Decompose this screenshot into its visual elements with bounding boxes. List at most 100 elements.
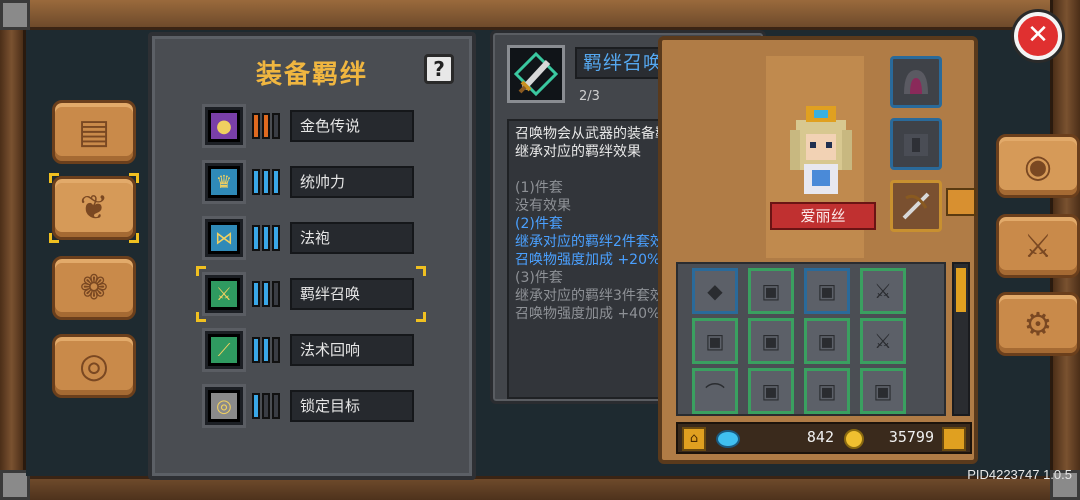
selection-corner [416, 312, 426, 322]
bond-pip [252, 113, 260, 139]
hero-name: 爱丽丝 [770, 202, 876, 230]
bond-pip [262, 281, 270, 307]
bond-icon-frame: ⋈ [202, 216, 246, 260]
inventory-slot[interactable]: ⚔ [860, 318, 906, 364]
bond-row[interactable]: ⟋ 法术回响 [202, 328, 420, 372]
paw-icon: ❁ [79, 268, 109, 308]
bond-pip [252, 393, 260, 419]
bell-icon: ◎ [79, 346, 109, 386]
bond-pip [272, 281, 280, 307]
bond-pips [252, 281, 284, 307]
close-button[interactable]: ✕ [1014, 12, 1062, 60]
bond-name: 法术回响 [290, 334, 414, 366]
inventory-slot[interactable]: ▣ [748, 268, 794, 314]
tab-settings[interactable]: ⚙ [996, 292, 1080, 356]
trophy-icon: ♛ [208, 166, 240, 198]
equip-slot-weapon[interactable] [890, 180, 942, 232]
tab-pets[interactable]: ❁ [52, 256, 136, 320]
coin-icon [844, 429, 864, 449]
inventory-slot[interactable]: ▣ [692, 318, 738, 364]
selection-corner [416, 266, 426, 276]
currency-bar: ⌂ 842 35799 [676, 422, 972, 454]
robe-icon: ⋈ [208, 222, 240, 254]
bond-pip [262, 225, 270, 251]
tab-character[interactable]: ◉ [996, 134, 1080, 198]
coin-count: 35799 [888, 428, 934, 446]
bond-icon-frame: ⚔ [202, 272, 246, 316]
bond-pip [262, 393, 270, 419]
help-button[interactable]: ? [424, 54, 454, 84]
summon-sword-icon: ⚔ [208, 278, 240, 310]
bond-icon-frame: ⟋ [202, 328, 246, 372]
inventory-slot[interactable]: ⚔ [860, 268, 906, 314]
target-icon: ◎ [208, 390, 240, 422]
bond-pip [272, 337, 280, 363]
gear-icon: ⚙ [1023, 305, 1053, 343]
tab-bell[interactable]: ◎ [52, 334, 136, 398]
tab-upgrade[interactable]: ⚔ [996, 214, 1080, 278]
bond-pip [272, 393, 280, 419]
bond-pip [272, 113, 280, 139]
selection-corner [49, 233, 59, 243]
bond-name: 统帅力 [290, 166, 414, 198]
selection-corner [129, 173, 139, 183]
bond-pip [252, 337, 260, 363]
bond-pips [252, 225, 284, 251]
selection-corner [196, 266, 206, 276]
bond-pips [252, 393, 284, 419]
bond-pips [252, 337, 284, 363]
inventory-slot[interactable]: ▣ [748, 368, 794, 414]
crossbow-icon [902, 192, 930, 220]
armor-icon [904, 134, 928, 156]
equip-slot-helmet[interactable] [890, 56, 942, 108]
bond-pip [262, 113, 270, 139]
bond-name: 锁定目标 [290, 390, 414, 422]
inventory-slot[interactable]: ◆ [692, 268, 738, 314]
bond-pip [252, 281, 260, 307]
hood-icon [904, 70, 928, 94]
gem-count: 842 [806, 428, 834, 446]
bond-pip [252, 225, 260, 251]
bond-row[interactable]: ◎ 锁定目标 [202, 384, 420, 428]
bond-pip [272, 169, 280, 195]
swords-icon: ⚔ [1023, 227, 1053, 265]
tab-book[interactable]: ▤ [52, 100, 136, 164]
bond-pips [252, 169, 284, 195]
bond-pip [262, 169, 270, 195]
selection-corner [196, 312, 206, 322]
frame-top [0, 0, 1080, 30]
bond-row[interactable]: ⚔ 羁绊召唤 [196, 266, 426, 322]
menu-button[interactable] [942, 427, 966, 451]
weapon-tag [946, 188, 976, 216]
bond-row[interactable]: ⋈ 法袍 [202, 216, 420, 260]
golden-flame-icon: ● [208, 110, 240, 142]
scroll-thumb[interactable] [956, 268, 966, 312]
tab-equipment-bonds[interactable]: ❦ [49, 173, 139, 243]
inventory-grid: ◆ ▣ ▣ ⚔ ▣ ▣ ▣ ⚔ ⌒ ▣ ▣ ▣ [676, 262, 946, 416]
bond-row[interactable]: ♛ 统帅力 [202, 160, 420, 204]
inventory-slot[interactable]: ⌒ [692, 368, 738, 414]
inventory-slot[interactable]: ▣ [804, 368, 850, 414]
bond-pip [252, 169, 260, 195]
bond-name: 金色传说 [290, 110, 414, 142]
bond-row[interactable]: ● 金色传说 [202, 104, 420, 148]
frame-left [0, 0, 26, 500]
bond-name: 羁绊召唤 [290, 278, 414, 310]
echo-staff-icon: ⟋ [208, 334, 240, 366]
helmet-icon: ◉ [1024, 147, 1052, 185]
inventory-scrollbar[interactable] [952, 262, 970, 416]
inventory-slot[interactable]: ▣ [860, 368, 906, 414]
inventory-slot[interactable]: ▣ [748, 318, 794, 364]
bond-progress: 2/3 [579, 89, 600, 104]
inventory-slot[interactable]: ▣ [804, 268, 850, 314]
bond-pip [272, 225, 280, 251]
frame-corner [0, 0, 30, 30]
lock-button[interactable]: ⌂ [682, 427, 706, 451]
inventory-slot[interactable]: ▣ [804, 318, 850, 364]
selection-corner [129, 233, 139, 243]
gem-icon [716, 430, 740, 448]
equip-slot-armor[interactable] [890, 118, 942, 170]
selection-corner [49, 173, 59, 183]
summon-sword-icon [507, 45, 565, 103]
bond-name: 法袍 [290, 222, 414, 254]
